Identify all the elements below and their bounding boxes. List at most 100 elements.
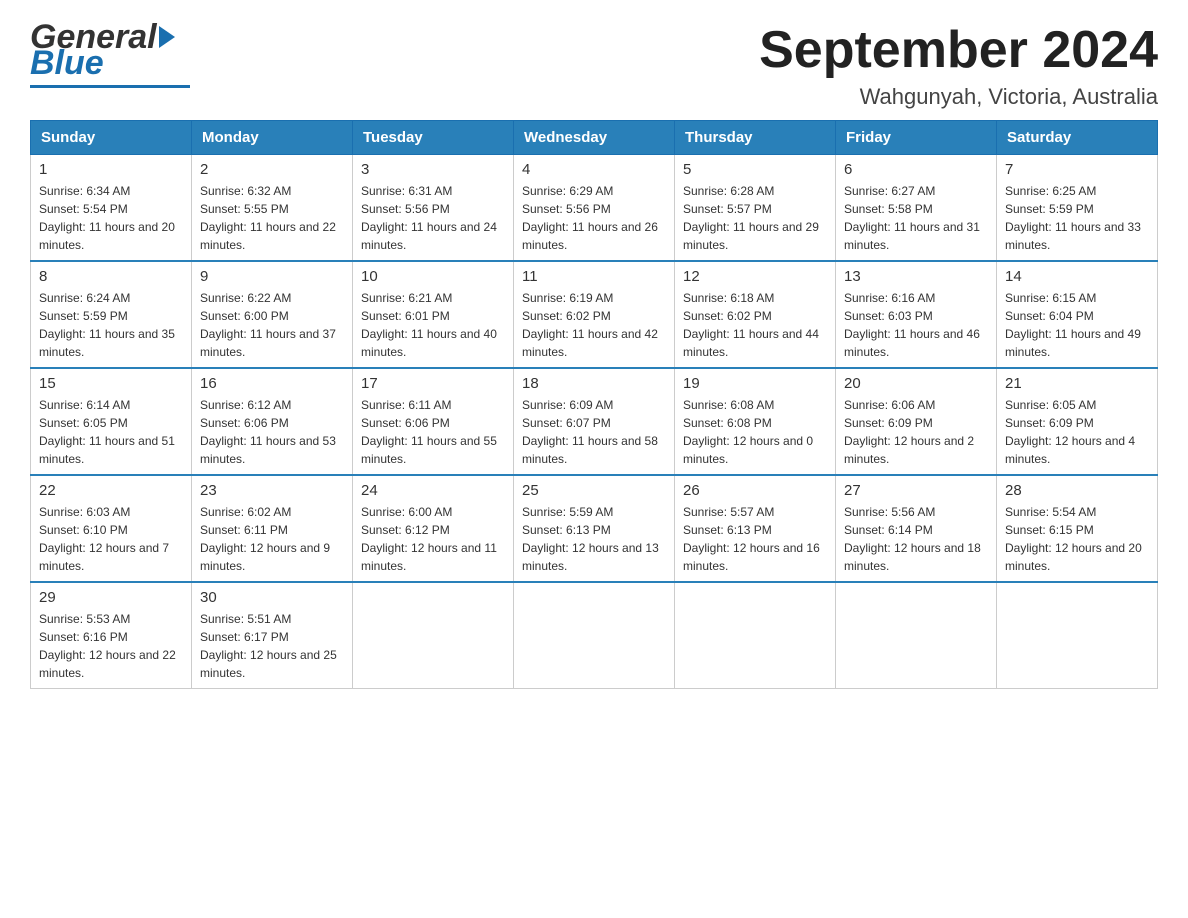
- calendar-day-cell: [353, 582, 514, 689]
- day-info: Sunrise: 6:24 AM Sunset: 5:59 PM Dayligh…: [39, 289, 183, 361]
- day-info: Sunrise: 6:25 AM Sunset: 5:59 PM Dayligh…: [1005, 182, 1149, 254]
- day-number: 29: [39, 589, 183, 606]
- day-number: 21: [1005, 375, 1149, 392]
- sunrise-label: Sunrise: 6:00 AM: [361, 505, 452, 519]
- daylight-label: Daylight: 12 hours and 20 minutes.: [1005, 541, 1142, 573]
- sunrise-label: Sunrise: 6:32 AM: [200, 184, 291, 198]
- daylight-label: Daylight: 12 hours and 7 minutes.: [39, 541, 169, 573]
- daylight-label: Daylight: 12 hours and 4 minutes.: [1005, 434, 1135, 466]
- logo-arrow-icon: [159, 26, 175, 48]
- logo-second-line: Blue: [30, 44, 104, 83]
- day-info: Sunrise: 6:31 AM Sunset: 5:56 PM Dayligh…: [361, 182, 505, 254]
- day-number: 8: [39, 268, 183, 285]
- daylight-label: Daylight: 12 hours and 25 minutes.: [200, 648, 337, 680]
- sunset-label: Sunset: 5:58 PM: [844, 202, 933, 216]
- daylight-label: Daylight: 11 hours and 58 minutes.: [522, 434, 658, 466]
- day-number: 27: [844, 482, 988, 499]
- sunset-label: Sunset: 6:11 PM: [200, 523, 288, 537]
- day-number: 24: [361, 482, 505, 499]
- day-number: 14: [1005, 268, 1149, 285]
- sunrise-label: Sunrise: 5:53 AM: [39, 612, 130, 626]
- day-info: Sunrise: 5:51 AM Sunset: 6:17 PM Dayligh…: [200, 610, 344, 682]
- day-info: Sunrise: 6:32 AM Sunset: 5:55 PM Dayligh…: [200, 182, 344, 254]
- day-number: 16: [200, 375, 344, 392]
- calendar-day-cell: 12 Sunrise: 6:18 AM Sunset: 6:02 PM Dayl…: [675, 261, 836, 368]
- daylight-label: Daylight: 11 hours and 42 minutes.: [522, 327, 658, 359]
- sunset-label: Sunset: 6:04 PM: [1005, 309, 1094, 323]
- sunrise-label: Sunrise: 5:56 AM: [844, 505, 935, 519]
- daylight-label: Daylight: 11 hours and 22 minutes.: [200, 220, 336, 252]
- day-number: 1: [39, 161, 183, 178]
- day-info: Sunrise: 6:21 AM Sunset: 6:01 PM Dayligh…: [361, 289, 505, 361]
- daylight-label: Daylight: 11 hours and 55 minutes.: [361, 434, 497, 466]
- calendar-day-cell: 1 Sunrise: 6:34 AM Sunset: 5:54 PM Dayli…: [31, 155, 192, 262]
- sunrise-label: Sunrise: 6:09 AM: [522, 398, 613, 412]
- day-number: 23: [200, 482, 344, 499]
- day-number: 13: [844, 268, 988, 285]
- calendar-day-cell: [997, 582, 1158, 689]
- sunset-label: Sunset: 6:09 PM: [844, 416, 933, 430]
- day-number: 25: [522, 482, 666, 499]
- day-info: Sunrise: 6:15 AM Sunset: 6:04 PM Dayligh…: [1005, 289, 1149, 361]
- day-info: Sunrise: 5:56 AM Sunset: 6:14 PM Dayligh…: [844, 503, 988, 575]
- sunset-label: Sunset: 6:14 PM: [844, 523, 933, 537]
- sunset-label: Sunset: 6:12 PM: [361, 523, 450, 537]
- daylight-label: Daylight: 11 hours and 35 minutes.: [39, 327, 175, 359]
- calendar-day-cell: 30 Sunrise: 5:51 AM Sunset: 6:17 PM Dayl…: [192, 582, 353, 689]
- day-number: 9: [200, 268, 344, 285]
- col-sunday: Sunday: [31, 121, 192, 155]
- sunrise-label: Sunrise: 6:18 AM: [683, 291, 774, 305]
- daylight-label: Daylight: 11 hours and 40 minutes.: [361, 327, 497, 359]
- day-number: 22: [39, 482, 183, 499]
- day-info: Sunrise: 6:08 AM Sunset: 6:08 PM Dayligh…: [683, 396, 827, 468]
- calendar-day-cell: 3 Sunrise: 6:31 AM Sunset: 5:56 PM Dayli…: [353, 155, 514, 262]
- day-info: Sunrise: 6:11 AM Sunset: 6:06 PM Dayligh…: [361, 396, 505, 468]
- sunrise-label: Sunrise: 6:06 AM: [844, 398, 935, 412]
- day-info: Sunrise: 6:19 AM Sunset: 6:02 PM Dayligh…: [522, 289, 666, 361]
- sunset-label: Sunset: 5:56 PM: [361, 202, 450, 216]
- daylight-label: Daylight: 11 hours and 49 minutes.: [1005, 327, 1141, 359]
- day-info: Sunrise: 6:16 AM Sunset: 6:03 PM Dayligh…: [844, 289, 988, 361]
- day-info: Sunrise: 5:57 AM Sunset: 6:13 PM Dayligh…: [683, 503, 827, 575]
- day-info: Sunrise: 6:14 AM Sunset: 6:05 PM Dayligh…: [39, 396, 183, 468]
- logo-blue-text: Blue: [30, 44, 104, 83]
- sunrise-label: Sunrise: 6:29 AM: [522, 184, 613, 198]
- sunrise-label: Sunrise: 6:05 AM: [1005, 398, 1096, 412]
- day-number: 20: [844, 375, 988, 392]
- calendar-day-cell: 21 Sunrise: 6:05 AM Sunset: 6:09 PM Dayl…: [997, 368, 1158, 475]
- calendar-week-row: 8 Sunrise: 6:24 AM Sunset: 5:59 PM Dayli…: [31, 261, 1158, 368]
- calendar-week-row: 15 Sunrise: 6:14 AM Sunset: 6:05 PM Dayl…: [31, 368, 1158, 475]
- daylight-label: Daylight: 12 hours and 22 minutes.: [39, 648, 176, 680]
- day-info: Sunrise: 6:00 AM Sunset: 6:12 PM Dayligh…: [361, 503, 505, 575]
- daylight-label: Daylight: 12 hours and 2 minutes.: [844, 434, 974, 466]
- day-number: 7: [1005, 161, 1149, 178]
- sunrise-label: Sunrise: 5:59 AM: [522, 505, 613, 519]
- sunset-label: Sunset: 6:15 PM: [1005, 523, 1094, 537]
- day-number: 17: [361, 375, 505, 392]
- day-number: 4: [522, 161, 666, 178]
- calendar-day-cell: 9 Sunrise: 6:22 AM Sunset: 6:00 PM Dayli…: [192, 261, 353, 368]
- day-info: Sunrise: 6:02 AM Sunset: 6:11 PM Dayligh…: [200, 503, 344, 575]
- daylight-label: Daylight: 12 hours and 18 minutes.: [844, 541, 981, 573]
- calendar-day-cell: 10 Sunrise: 6:21 AM Sunset: 6:01 PM Dayl…: [353, 261, 514, 368]
- calendar-week-row: 29 Sunrise: 5:53 AM Sunset: 6:16 PM Dayl…: [31, 582, 1158, 689]
- calendar-day-cell: 6 Sunrise: 6:27 AM Sunset: 5:58 PM Dayli…: [836, 155, 997, 262]
- sunrise-label: Sunrise: 6:19 AM: [522, 291, 613, 305]
- calendar-header-row: Sunday Monday Tuesday Wednesday Thursday…: [31, 121, 1158, 155]
- calendar-day-cell: 20 Sunrise: 6:06 AM Sunset: 6:09 PM Dayl…: [836, 368, 997, 475]
- day-info: Sunrise: 5:53 AM Sunset: 6:16 PM Dayligh…: [39, 610, 183, 682]
- day-number: 11: [522, 268, 666, 285]
- calendar-day-cell: 18 Sunrise: 6:09 AM Sunset: 6:07 PM Dayl…: [514, 368, 675, 475]
- sunset-label: Sunset: 6:07 PM: [522, 416, 611, 430]
- col-tuesday: Tuesday: [353, 121, 514, 155]
- calendar-day-cell: 25 Sunrise: 5:59 AM Sunset: 6:13 PM Dayl…: [514, 475, 675, 582]
- day-number: 30: [200, 589, 344, 606]
- sunset-label: Sunset: 6:13 PM: [522, 523, 611, 537]
- title-area: September 2024 Wahgunyah, Victoria, Aust…: [759, 20, 1158, 110]
- daylight-label: Daylight: 12 hours and 13 minutes.: [522, 541, 659, 573]
- sunset-label: Sunset: 6:06 PM: [200, 416, 289, 430]
- calendar-week-row: 1 Sunrise: 6:34 AM Sunset: 5:54 PM Dayli…: [31, 155, 1158, 262]
- daylight-label: Daylight: 11 hours and 46 minutes.: [844, 327, 980, 359]
- sunset-label: Sunset: 6:13 PM: [683, 523, 772, 537]
- sunset-label: Sunset: 5:59 PM: [1005, 202, 1094, 216]
